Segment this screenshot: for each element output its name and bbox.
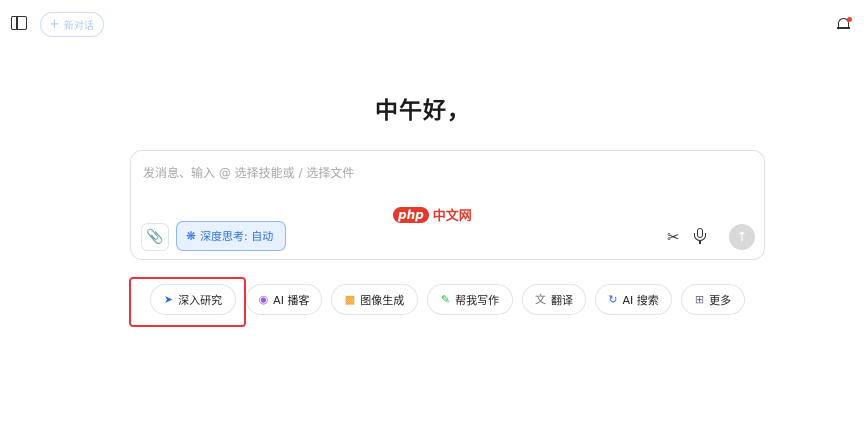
image-gen-icon: ▩ xyxy=(344,293,356,306)
deep-think-label: 深度思考: 自动 xyxy=(200,230,274,243)
paperclip-icon: 📎 xyxy=(146,229,164,245)
scissors-icon[interactable]: ✂ xyxy=(667,228,680,246)
podcast-icon: ◉ xyxy=(258,293,269,306)
notification-bell-icon[interactable] xyxy=(837,17,852,32)
new-chat-label: 新对话 xyxy=(63,21,94,32)
message-input[interactable]: 发消息、输入 @ 选择技能或 / 选择文件 xyxy=(143,164,354,181)
microphone-icon[interactable] xyxy=(694,228,706,245)
translate-icon: 文 xyxy=(535,293,546,306)
watermark-cn: 中文网 xyxy=(432,209,472,224)
send-button[interactable]: ↑ xyxy=(729,224,755,250)
skill-label: 帮我写作 xyxy=(455,293,500,307)
skill-label: AI 搜索 xyxy=(622,293,659,307)
new-chat-button[interactable]: + 新对话 xyxy=(40,12,104,37)
search-refresh-icon: ↻ xyxy=(608,293,618,306)
skill-chip-more[interactable]: ⊞ 更多 xyxy=(681,284,745,315)
skill-label: 更多 xyxy=(709,293,732,307)
atom-icon: ❋ xyxy=(186,229,197,243)
skill-label: AI 播客 xyxy=(273,293,310,307)
arrow-up-icon: ↑ xyxy=(736,229,748,245)
attach-button[interactable]: 📎 xyxy=(141,223,169,251)
skill-chip-ai-search[interactable]: ↻ AI 搜索 xyxy=(595,284,672,315)
skill-chip-image-gen[interactable]: ▩ 图像生成 xyxy=(331,284,418,315)
skill-chip-translate[interactable]: 文 翻译 xyxy=(522,284,586,315)
skill-label: 图像生成 xyxy=(360,293,405,307)
greeting-title: 中午好， xyxy=(0,91,864,125)
top-bar: + 新对话 xyxy=(0,0,864,48)
deep-think-toggle[interactable]: ❋ 深度思考: 自动 xyxy=(176,221,286,251)
skill-chip-writing[interactable]: ✎ 帮我写作 xyxy=(427,284,513,315)
watermark: php 中文网 xyxy=(393,205,472,224)
skill-chip-ai-podcast[interactable]: ◉ AI 播客 xyxy=(246,284,322,315)
highlight-annotation-box xyxy=(129,277,246,327)
plus-icon: + xyxy=(49,17,60,32)
greeting-text: 中午好， xyxy=(375,98,471,124)
watermark-php: php xyxy=(393,206,429,223)
message-input-box[interactable]: 发消息、输入 @ 选择技能或 / 选择文件 php 中文网 📎 ❋ 深度思考: … xyxy=(130,150,765,260)
notification-dot xyxy=(847,17,852,22)
skill-label: 翻译 xyxy=(551,293,573,307)
pen-icon: ✎ xyxy=(440,293,451,306)
sidebar-toggle-icon[interactable] xyxy=(11,16,27,30)
grid-icon: ⊞ xyxy=(694,293,705,306)
